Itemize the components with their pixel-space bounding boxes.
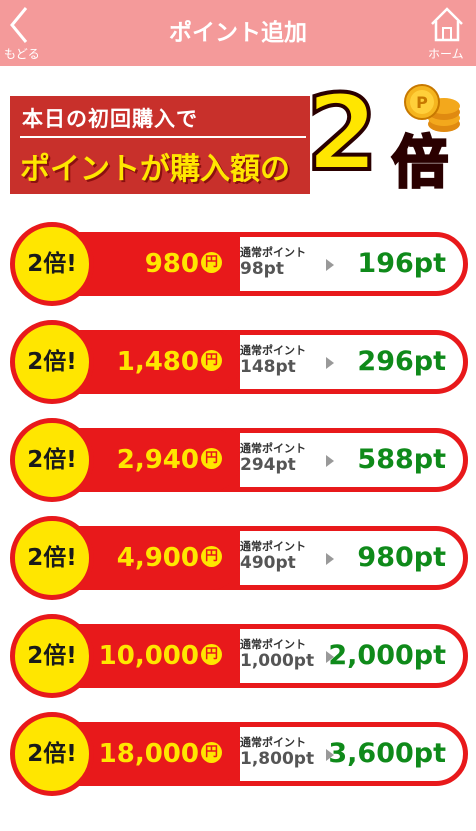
yen-icon: 円 bbox=[201, 644, 222, 665]
double-badge: 2倍! bbox=[10, 712, 94, 796]
price-label: 4,900 円 bbox=[117, 540, 222, 576]
offer-row-2[interactable]: 2倍! 1,480 円 通常ポイント 148pt 296pt bbox=[10, 320, 468, 404]
double-badge: 2倍! bbox=[10, 516, 94, 600]
home-button[interactable]: ホーム bbox=[418, 0, 476, 66]
banner-big-number: 2 bbox=[304, 72, 380, 194]
banner-multiplier: 2 倍 P bbox=[304, 74, 466, 198]
yen-icon: 円 bbox=[201, 448, 222, 469]
offer-row-6[interactable]: 2倍! 18,000 円 通常ポイント 1,800pt 3,600pt bbox=[10, 712, 468, 796]
banner-divider bbox=[20, 136, 306, 138]
yen-icon: 円 bbox=[201, 546, 222, 567]
price-label: 2,940 円 bbox=[117, 442, 222, 478]
double-badge: 2倍! bbox=[10, 222, 94, 306]
price-value: 980 bbox=[144, 249, 199, 279]
normal-points-label: 通常ポイント bbox=[240, 344, 306, 357]
page-title: ポイント追加 bbox=[169, 20, 307, 46]
normal-points-label: 通常ポイント bbox=[240, 540, 306, 553]
price-value: 1,480 bbox=[116, 347, 199, 377]
bonus-points: 296pt bbox=[357, 346, 446, 377]
price-label: 18,000 円 bbox=[99, 736, 222, 772]
double-badge: 2倍! bbox=[10, 320, 94, 404]
price-label: 1,480 円 bbox=[117, 344, 222, 380]
back-label: もどる bbox=[4, 47, 40, 61]
normal-points-label: 通常ポイント bbox=[240, 246, 306, 259]
yen-icon: 円 bbox=[201, 350, 222, 371]
arrow-right-icon bbox=[326, 455, 334, 467]
bonus-points: 3,600pt bbox=[328, 738, 446, 769]
promo-banner: 本日の初回購入で ポイントが購入額の 2 倍 P bbox=[10, 74, 468, 198]
offer-row-4[interactable]: 2倍! 4,900 円 通常ポイント 490pt 980pt bbox=[10, 516, 468, 600]
arrow-right-icon bbox=[326, 553, 334, 565]
normal-points-label: 通常ポイント bbox=[240, 442, 306, 455]
normal-points-value: 148pt bbox=[240, 357, 296, 377]
double-badge: 2倍! bbox=[10, 418, 94, 502]
normal-points-value: 490pt bbox=[240, 553, 296, 573]
price-label: 10,000 円 bbox=[99, 638, 222, 674]
coin-mark: P bbox=[416, 93, 428, 112]
offer-row-1[interactable]: 2倍! 980 円 通常ポイント 98pt 196pt bbox=[10, 222, 468, 306]
banner-line2: ポイントが購入額の bbox=[20, 152, 290, 187]
home-icon bbox=[431, 7, 463, 42]
chevron-left-icon bbox=[10, 7, 28, 43]
yen-icon: 円 bbox=[201, 742, 222, 763]
double-badge: 2倍! bbox=[10, 614, 94, 698]
price-value: 4,900 bbox=[116, 543, 199, 573]
arrow-right-icon bbox=[326, 259, 334, 271]
bonus-points: 2,000pt bbox=[328, 640, 446, 671]
app-header: もどる ポイント追加 ホーム bbox=[0, 0, 476, 66]
offer-row-3[interactable]: 2倍! 2,940 円 通常ポイント 294pt 588pt bbox=[10, 418, 468, 502]
bonus-points: 588pt bbox=[357, 444, 446, 475]
price-value: 10,000 bbox=[98, 641, 199, 671]
arrow-right-icon bbox=[326, 357, 334, 369]
price-label: 980 円 bbox=[145, 246, 222, 282]
bonus-points: 196pt bbox=[357, 248, 446, 279]
banner-line1: 本日の初回購入で bbox=[22, 107, 198, 131]
normal-points-label: 通常ポイント bbox=[240, 736, 306, 749]
normal-points-value: 1,800pt bbox=[240, 749, 315, 769]
coins-icon: P bbox=[404, 84, 460, 132]
normal-points-value: 294pt bbox=[240, 455, 296, 475]
normal-points-value: 98pt bbox=[240, 259, 284, 279]
back-button[interactable]: もどる bbox=[0, 0, 56, 66]
home-label: ホーム bbox=[428, 47, 464, 61]
normal-points-label: 通常ポイント bbox=[240, 638, 306, 651]
bonus-points: 980pt bbox=[357, 542, 446, 573]
normal-points-value: 1,000pt bbox=[240, 651, 315, 671]
price-value: 18,000 bbox=[98, 739, 199, 769]
yen-icon: 円 bbox=[201, 252, 222, 273]
price-value: 2,940 bbox=[116, 445, 199, 475]
offer-row-5[interactable]: 2倍! 10,000 円 通常ポイント 1,000pt 2,000pt bbox=[10, 614, 468, 698]
